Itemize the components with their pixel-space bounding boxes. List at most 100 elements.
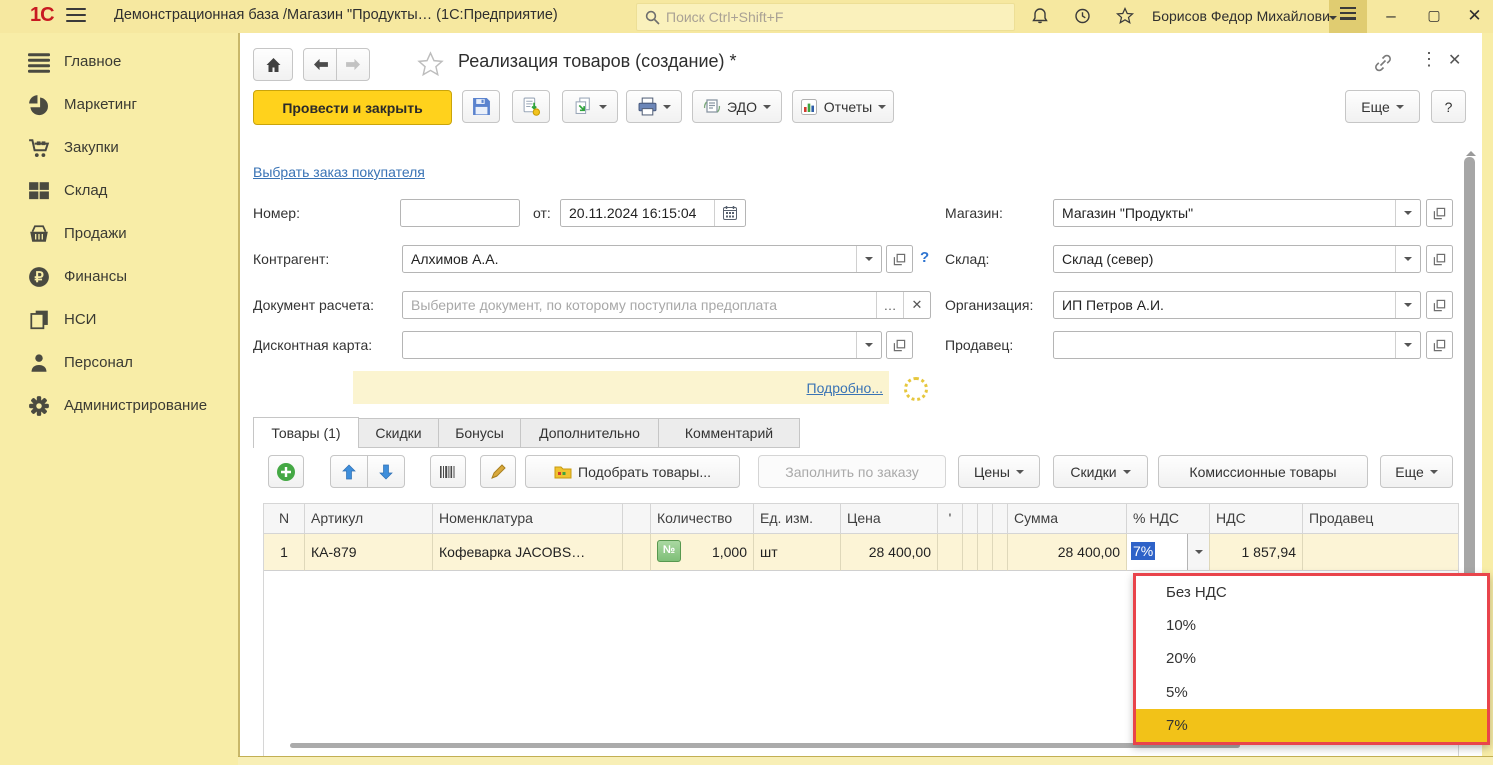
vat-option-20[interactable]: 20% xyxy=(1136,642,1487,675)
more-button-table[interactable]: Еще xyxy=(1380,455,1453,488)
col-header-x1[interactable] xyxy=(963,504,978,534)
forward-button[interactable] xyxy=(336,48,370,81)
barcode-scan-button[interactable] xyxy=(430,455,466,488)
post-document-button[interactable] xyxy=(512,90,550,123)
counterparty-input[interactable]: Алхимов А.А. xyxy=(402,245,882,273)
cell-x3[interactable] xyxy=(993,534,1008,571)
cell-x2[interactable] xyxy=(978,534,993,571)
reports-button[interactable]: Отчеты xyxy=(792,90,894,123)
counterparty-help-icon[interactable]: ? xyxy=(920,249,929,266)
horizontal-scrollbar[interactable] xyxy=(290,743,1240,748)
col-header-apos[interactable]: ' xyxy=(938,504,963,534)
cell-ed-izm[interactable]: шт xyxy=(754,534,841,571)
warehouse-input[interactable]: Склад (север) xyxy=(1053,245,1421,273)
sidebar-item-sklad[interactable]: Склад xyxy=(0,169,238,212)
vat-option-10[interactable]: 10% xyxy=(1136,609,1487,642)
print-button[interactable] xyxy=(626,90,682,123)
cell-kolichestvo[interactable]: № 1,000 xyxy=(651,534,754,571)
favorites-star-icon[interactable] xyxy=(1115,6,1137,28)
sidebar-item-marketing[interactable]: Маркетинг xyxy=(0,83,238,126)
chevron-down-icon[interactable] xyxy=(1395,332,1420,358)
vat-option-7-selected[interactable]: 7% xyxy=(1136,708,1487,742)
cell-pct-nds-editor[interactable]: 7% xyxy=(1127,534,1210,571)
vat-option-5[interactable]: 5% xyxy=(1136,676,1487,709)
col-header-misc[interactable] xyxy=(623,504,651,534)
seller-open-button[interactable] xyxy=(1426,331,1453,359)
col-header-x3[interactable] xyxy=(993,504,1008,534)
close-form-icon[interactable]: ✕ xyxy=(1448,50,1461,70)
close-window-button[interactable]: ✕ xyxy=(1456,0,1493,33)
discount-card-input[interactable] xyxy=(402,331,882,359)
sidebar-item-administrirovanie[interactable]: Администрирование xyxy=(0,384,238,427)
commission-goods-button[interactable]: Комиссионные товары xyxy=(1158,455,1368,488)
number-input[interactable] xyxy=(400,199,520,227)
sidebar-item-glavnoe[interactable]: Главное xyxy=(0,40,238,83)
store-input[interactable]: Магазин "Продукты" xyxy=(1053,199,1421,227)
more-button-top[interactable]: Еще xyxy=(1345,90,1420,123)
home-button[interactable] xyxy=(253,48,293,81)
col-header-n[interactable]: N xyxy=(264,504,305,534)
cell-summa[interactable]: 28 400,00 xyxy=(1008,534,1127,571)
sidebar-item-prodazhi[interactable]: Продажи xyxy=(0,212,238,255)
col-header-kolichestvo[interactable]: Количество xyxy=(651,504,754,534)
col-header-ed-izm[interactable]: Ед. изм. xyxy=(754,504,841,534)
col-header-nomenklatura[interactable]: Номенклатура xyxy=(433,504,623,534)
tab-dopolnitelno[interactable]: Дополнительно xyxy=(520,418,659,448)
pick-goods-button[interactable]: Подобрать товары... xyxy=(525,455,740,488)
edo-button[interactable]: ЭДО xyxy=(692,90,782,123)
cell-nds[interactable]: 1 857,94 xyxy=(1210,534,1303,571)
sidebar-item-finansy[interactable]: ₽ Финансы xyxy=(0,255,238,298)
col-header-artikul[interactable]: Артикул xyxy=(305,504,433,534)
price-check-button[interactable] xyxy=(480,455,516,488)
col-header-cena[interactable]: Цена xyxy=(841,504,938,534)
tab-tovary[interactable]: Товары (1) xyxy=(253,417,359,448)
1c-logo[interactable]: 1С xyxy=(30,4,55,27)
favorite-star-icon[interactable] xyxy=(416,50,445,82)
sidebar-item-personal[interactable]: Персонал xyxy=(0,341,238,384)
cell-n[interactable]: 1 xyxy=(264,534,305,571)
help-button[interactable]: ? xyxy=(1431,90,1466,123)
current-user-name[interactable]: Борисов Федор Михайлович xyxy=(1152,8,1337,24)
cell-apos[interactable] xyxy=(938,534,963,571)
store-open-button[interactable] xyxy=(1426,199,1453,227)
chevron-down-icon[interactable] xyxy=(1395,200,1420,226)
warehouse-open-button[interactable] xyxy=(1426,245,1453,273)
seller-input[interactable] xyxy=(1053,331,1421,359)
post-and-close-button[interactable]: Провести и закрыть xyxy=(253,90,452,125)
vat-dropdown-caret-icon[interactable] xyxy=(1187,534,1209,570)
clear-x-icon[interactable]: ✕ xyxy=(903,292,930,318)
settlement-input[interactable]: Выберите документ, по которому поступила… xyxy=(402,291,931,319)
cell-misc[interactable] xyxy=(623,534,651,571)
chevron-down-icon[interactable] xyxy=(1395,246,1420,272)
prices-button[interactable]: Цены xyxy=(958,455,1040,488)
history-icon[interactable] xyxy=(1072,6,1094,28)
vat-percent-value[interactable]: 7% xyxy=(1127,534,1187,570)
tab-skidki[interactable]: Скидки xyxy=(358,418,439,448)
col-header-nds[interactable]: НДС xyxy=(1210,504,1303,534)
date-input[interactable]: 20.11.2024 16:15:04 xyxy=(560,199,746,227)
notifications-bell-icon[interactable] xyxy=(1030,6,1052,28)
add-row-button[interactable] xyxy=(268,455,304,488)
create-based-on-button[interactable] xyxy=(562,90,618,123)
col-header-prodavec[interactable]: Продавец xyxy=(1303,504,1458,534)
discounts-button[interactable]: Скидки xyxy=(1053,455,1148,488)
chevron-down-icon[interactable] xyxy=(1395,292,1420,318)
col-header-pct-nds[interactable]: % НДС xyxy=(1127,504,1210,534)
kebab-menu-icon[interactable]: ⋮ xyxy=(1420,49,1438,70)
discount-card-open-button[interactable] xyxy=(886,331,913,359)
ellipsis-choose-button[interactable]: … xyxy=(876,292,903,318)
select-order-link[interactable]: Выбрать заказ покупателя xyxy=(253,164,425,180)
chevron-down-icon[interactable] xyxy=(856,246,881,272)
organization-input[interactable]: ИП Петров А.И. xyxy=(1053,291,1421,319)
cell-prodavec[interactable] xyxy=(1303,534,1458,571)
cell-nomenklatura[interactable]: Кофеварка JACOBS… xyxy=(433,534,623,571)
organization-open-button[interactable] xyxy=(1426,291,1453,319)
cell-artikul[interactable]: КА-879 xyxy=(305,534,433,571)
serial-number-badge-icon[interactable]: № xyxy=(657,539,681,562)
sidebar-item-zakupki[interactable]: Закупки xyxy=(0,126,238,169)
back-button[interactable] xyxy=(303,48,337,81)
sidebar-item-nsi[interactable]: НСИ xyxy=(0,298,238,341)
global-search-input[interactable]: Поиск Ctrl+Shift+F xyxy=(636,3,1015,31)
chevron-down-icon[interactable] xyxy=(856,332,881,358)
tab-bonusy[interactable]: Бонусы xyxy=(438,418,521,448)
